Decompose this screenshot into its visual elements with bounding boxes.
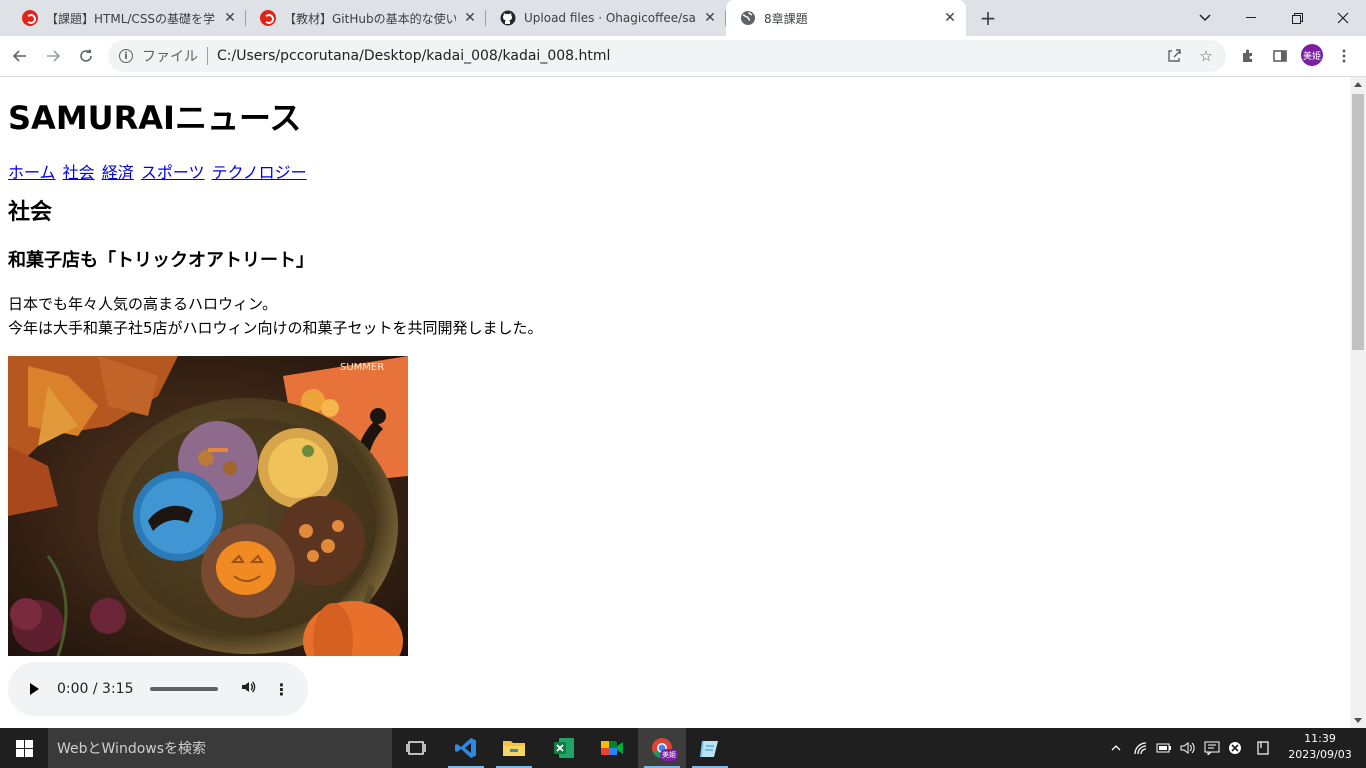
network-icon[interactable] (1131, 728, 1151, 768)
windows-logo-icon (15, 739, 33, 757)
extensions-puzzle-icon[interactable] (1234, 42, 1262, 70)
tab-search-chevron-icon[interactable] (1182, 0, 1228, 36)
samurai-icon (22, 10, 38, 26)
info-icon[interactable]: i (119, 49, 133, 63)
volume-icon[interactable] (240, 679, 256, 699)
side-panel-icon[interactable] (1266, 42, 1294, 70)
tab-title: 8章課題 (764, 11, 808, 26)
play-icon[interactable] (30, 683, 39, 695)
halloween-sweets-photo: SUMMER (8, 356, 408, 656)
clock-date: 2023/09/03 (1288, 748, 1352, 761)
profile-avatar[interactable]: 美姫 (1301, 44, 1323, 66)
back-button[interactable] (6, 42, 34, 70)
nav-link-society[interactable]: 社会 (63, 163, 95, 182)
nav-link-sports[interactable]: スポーツ (141, 163, 205, 182)
page-content: SAMURAIニュース ホーム 社会 経済 スポーツ テクノロジー 社会 和菓子… (0, 98, 1350, 716)
main-nav: ホーム 社会 経済 スポーツ テクノロジー (8, 162, 1342, 184)
vertical-scrollbar[interactable] (1350, 77, 1366, 728)
forward-button[interactable] (39, 42, 67, 70)
bookmark-star-icon[interactable]: ☆ (1194, 44, 1218, 68)
audio-more-options-icon[interactable]: ⋮ (274, 680, 290, 699)
browser-toolbar: i ファイル C:/Users/pccorutana/Desktop/kadai… (0, 36, 1366, 77)
search-placeholder: WebとWindowsを検索 (57, 741, 207, 757)
github-icon (500, 10, 516, 26)
scrollbar-thumb[interactable] (1352, 94, 1364, 350)
photo-illustration: SUMMER (8, 356, 408, 656)
start-button[interactable] (0, 728, 48, 768)
nav-link-technology[interactable]: テクノロジー (212, 163, 307, 182)
box-label: SUMMER (340, 362, 384, 373)
scroll-down-arrow-icon[interactable] (1354, 718, 1362, 723)
tab-title: Upload files · Ohagicoffee/samur (524, 11, 696, 25)
tab-chapter8-assignment[interactable]: 8章課題 ✕ (726, 0, 966, 36)
close-icon[interactable]: ✕ (700, 8, 720, 28)
close-window-button[interactable] (1320, 0, 1366, 36)
taskbar-search-box[interactable]: WebとWindowsを検索 (48, 728, 392, 768)
body-line: 日本でも年々人気の高まるハロウィン。 (8, 295, 278, 313)
task-view-icon[interactable] (392, 728, 440, 768)
audio-seek-slider[interactable] (149, 687, 218, 691)
body-line: 今年は大手和菓子社5店がハロウィン向けの和菓子セットを共同開発しました。 (8, 319, 543, 337)
clock-time: 11:39 (1304, 732, 1336, 745)
do-not-disturb-icon[interactable] (1225, 728, 1245, 768)
section-heading: 社会 (8, 200, 53, 225)
audio-player[interactable]: 0:00 / 3:15 ⋮ (8, 662, 308, 716)
volume-tray-icon[interactable] (1178, 728, 1198, 768)
share-icon[interactable] (1162, 44, 1186, 68)
close-icon[interactable]: ✕ (220, 8, 240, 28)
chrome-profile-badge: 美姫 (660, 749, 678, 761)
show-hidden-icons-chevron-icon[interactable] (1106, 728, 1126, 768)
restore-button[interactable] (1274, 0, 1320, 36)
chrome-icon[interactable]: 美姫 (638, 728, 686, 768)
divider (207, 47, 208, 65)
tab-html-css-lesson[interactable]: 【課題】HTML/CSSの基礎を学ぼう - ✕ (8, 0, 246, 36)
url-text[interactable]: C:/Users/pccorutana/Desktop/kadai_008/ka… (217, 48, 610, 64)
close-icon[interactable]: ✕ (460, 8, 480, 28)
site-title: SAMURAIニュース (8, 99, 302, 137)
tab-title: 【課題】HTML/CSSの基礎を学ぼう - (46, 11, 216, 26)
file-explorer-icon[interactable] (490, 728, 538, 768)
article-body: 日本でも年々人気の高まるハロウィン。 今年は大手和菓子社5店がハロウィン向けの和… (8, 292, 1342, 340)
scroll-up-arrow-icon[interactable] (1354, 82, 1362, 87)
windows-taskbar: WebとWindowsを検索 美姫 11:39 2023/09/03 (0, 728, 1366, 768)
tab-upload-files[interactable]: Upload files · Ohagicoffee/samur ✕ (486, 0, 726, 36)
taskbar-clock[interactable]: 11:39 2023/09/03 (1288, 731, 1352, 763)
nav-link-home[interactable]: ホーム (8, 163, 56, 182)
battery-icon[interactable] (1154, 728, 1174, 768)
menu-dots-icon[interactable] (1330, 42, 1358, 70)
page-viewport: SAMURAIニュース ホーム 社会 経済 スポーツ テクノロジー 社会 和菓子… (0, 77, 1350, 728)
excel-icon[interactable] (540, 728, 588, 768)
audio-time: 0:00 / 3:15 (57, 681, 134, 697)
minimize-button[interactable] (1228, 0, 1274, 36)
scheme-label: ファイル (142, 49, 198, 65)
close-icon[interactable]: ✕ (940, 8, 960, 28)
nav-link-economy[interactable]: 経済 (102, 163, 134, 182)
tab-title: 【教材】GitHubの基本的な使い方を (284, 11, 456, 26)
samurai-icon (260, 10, 276, 26)
address-bar[interactable]: i ファイル C:/Users/pccorutana/Desktop/kadai… (108, 40, 1226, 72)
tab-strip: 【課題】HTML/CSSの基礎を学ぼう - ✕ 【教材】GitHubの基本的な使… (0, 0, 1366, 36)
vscode-icon[interactable] (442, 728, 490, 768)
reload-button[interactable] (72, 42, 100, 70)
notepad-icon[interactable] (686, 728, 734, 768)
action-center-icon[interactable] (1253, 728, 1273, 768)
article-title: 和菓子店も「トリックオアトリート」 (8, 250, 314, 271)
new-tab-button[interactable]: + (976, 6, 1000, 30)
globe-icon (740, 10, 756, 26)
meet-app-icon[interactable] (588, 728, 636, 768)
ime-notification-icon[interactable] (1202, 728, 1222, 768)
tab-github-lesson[interactable]: 【教材】GitHubの基本的な使い方を ✕ (246, 0, 486, 36)
